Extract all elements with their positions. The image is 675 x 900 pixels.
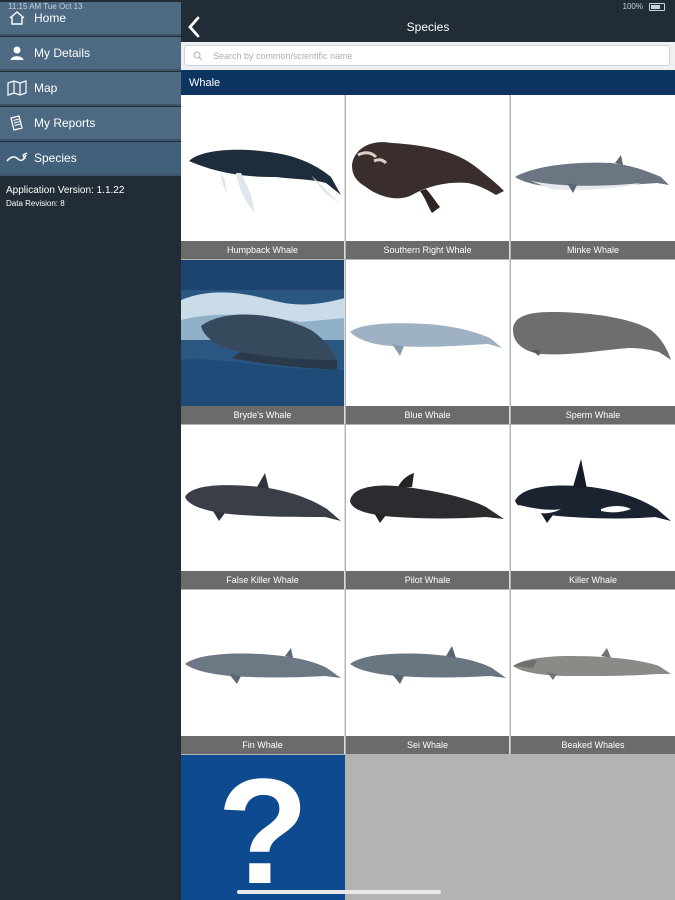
sidebar-item-label: Map: [34, 81, 58, 95]
species-name: Southern Right Whale: [346, 241, 509, 259]
sidebar-item-label: My Reports: [34, 116, 96, 130]
species-name: Beaked Whales: [511, 736, 675, 754]
battery-percent: 100%: [622, 2, 643, 11]
false-killer-whale-image: [185, 473, 341, 521]
species-tile-fin[interactable]: Fin Whale: [181, 590, 345, 754]
reports-icon: [6, 114, 28, 132]
sidebar-item-label: My Details: [34, 46, 91, 60]
species-name: Sperm Whale: [511, 406, 675, 424]
sidebar-item-map[interactable]: Map: [0, 72, 181, 106]
search-input[interactable]: [211, 49, 635, 62]
sidebar-item-label: Home: [34, 11, 67, 25]
question-mark-icon: ?: [217, 755, 309, 900]
species-name: Sei Whale: [346, 736, 509, 754]
species-tile-humpback[interactable]: Humpback Whale: [181, 95, 345, 259]
species-tile-unknown[interactable]: ?: [181, 755, 345, 900]
sidebar: Home My Details Map My Reports Species A…: [0, 0, 181, 900]
species-tile-killer[interactable]: Killer Whale: [511, 425, 675, 589]
species-name: Killer Whale: [511, 571, 675, 589]
search-box: [184, 45, 670, 66]
beaked-whale-image: [513, 648, 671, 680]
species-tile-blue[interactable]: Blue Whale: [346, 260, 510, 424]
species-grid: Humpback Whale Southern Right Whale Mink…: [181, 95, 675, 900]
pilot-whale-image: [350, 473, 504, 523]
status-time: 11:15 AM Tue Oct 13: [8, 2, 83, 11]
species-name: Minke Whale: [511, 241, 675, 259]
species-name: Humpback Whale: [181, 241, 344, 259]
app-version: Application Version: 1.1.22: [6, 185, 125, 196]
species-tile-false-killer[interactable]: False Killer Whale: [181, 425, 345, 589]
data-revision: Data Revision: 8: [6, 199, 65, 208]
version-info: Application Version: 1.1.22 Data Revisio…: [6, 184, 124, 210]
sidebar-item-species[interactable]: Species: [0, 142, 181, 176]
brydes-whale-photo: [181, 260, 344, 406]
species-tile-minke[interactable]: Minke Whale: [511, 95, 675, 259]
species-name: Fin Whale: [181, 736, 344, 754]
sidebar-item-label: Species: [34, 151, 77, 165]
species-name: Pilot Whale: [346, 571, 509, 589]
home-indicator[interactable]: [237, 890, 441, 894]
species-name: False Killer Whale: [181, 571, 344, 589]
species-tile-beaked[interactable]: Beaked Whales: [511, 590, 675, 754]
species-tile-sei[interactable]: Sei Whale: [346, 590, 510, 754]
species-name: Bryde's Whale: [181, 406, 344, 424]
sidebar-item-my-details[interactable]: My Details: [0, 37, 181, 71]
species-tile-brydes[interactable]: Bryde's Whale: [181, 260, 345, 424]
killer-whale-image: [515, 459, 671, 523]
status-bar: 11:15 AM Tue Oct 13 100%: [0, 0, 675, 12]
page-title: Species: [406, 20, 450, 34]
species-tile-southern-right[interactable]: Southern Right Whale: [346, 95, 510, 259]
sei-whale-image: [350, 646, 506, 684]
search-bar: [181, 42, 675, 70]
southern-right-whale-image: [352, 142, 504, 213]
map-icon: [6, 79, 28, 97]
battery-icon: [649, 2, 665, 11]
status-right: 100%: [623, 2, 665, 11]
species-name: Blue Whale: [346, 406, 509, 424]
section-header: Whale: [181, 70, 675, 95]
species-tile-pilot[interactable]: Pilot Whale: [346, 425, 510, 589]
humpback-whale-image: [189, 149, 341, 213]
search-icon: [193, 50, 203, 60]
species-tile-sperm[interactable]: Sperm Whale: [511, 260, 675, 424]
blue-whale-image: [350, 323, 502, 356]
sperm-whale-image: [513, 312, 671, 360]
fin-whale-image: [185, 648, 341, 684]
user-icon: [6, 44, 28, 62]
minke-whale-image: [515, 155, 669, 193]
sidebar-item-my-reports[interactable]: My Reports: [0, 107, 181, 141]
species-icon: [6, 149, 28, 167]
